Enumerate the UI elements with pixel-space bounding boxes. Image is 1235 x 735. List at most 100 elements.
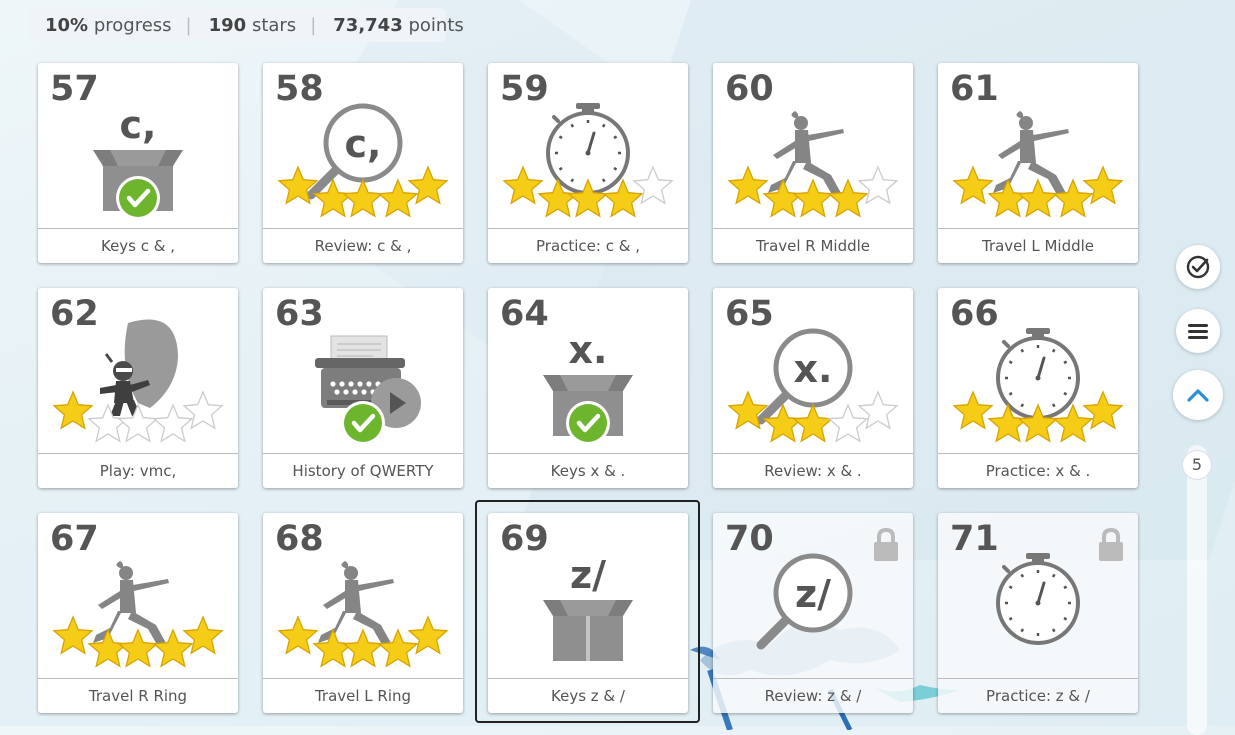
check-circle-button[interactable] bbox=[1176, 245, 1220, 289]
lesson-tile[interactable]: 62 Play: vmc, bbox=[38, 288, 238, 488]
lesson-number: 66 bbox=[950, 294, 999, 334]
lesson-title: Travel L Middle bbox=[938, 228, 1138, 263]
lesson-tile[interactable]: 67 Travel R Ring bbox=[38, 513, 238, 713]
star-filled-icon bbox=[1017, 178, 1059, 218]
chevron-up-icon bbox=[1187, 389, 1209, 402]
lesson-number: 59 bbox=[500, 69, 549, 109]
star-filled-icon bbox=[87, 628, 129, 668]
star-filled-icon bbox=[952, 390, 994, 430]
ninja-balloon-icon bbox=[100, 319, 178, 416]
star-filled-icon bbox=[117, 628, 159, 668]
lesson-number: 67 bbox=[50, 519, 99, 559]
completed-check-icon bbox=[566, 401, 610, 445]
divider: | bbox=[185, 14, 192, 36]
lesson-title: Play: vmc, bbox=[38, 453, 238, 488]
lesson-title: Practice: c & , bbox=[488, 228, 688, 263]
star-empty-icon bbox=[632, 165, 674, 205]
lesson-title: Review: z & / bbox=[713, 678, 913, 713]
star-filled-icon bbox=[1082, 390, 1124, 430]
lesson-tile[interactable]: 59 Practice: c & , bbox=[488, 63, 688, 263]
lock-icon bbox=[874, 527, 898, 561]
lesson-tile[interactable]: 71 Practice: z & / bbox=[938, 513, 1138, 713]
key-glyph: c, bbox=[120, 103, 157, 147]
scroll-up-button[interactable] bbox=[1173, 370, 1223, 420]
yoga-figure-icon bbox=[768, 111, 844, 193]
lesson-tile[interactable]: 60 Travel R Middle bbox=[713, 63, 913, 263]
lesson-title: Review: x & . bbox=[713, 453, 913, 488]
yoga-figure-icon bbox=[318, 561, 394, 643]
star-filled-icon bbox=[952, 165, 994, 205]
lesson-number: 61 bbox=[950, 69, 999, 109]
star-filled-icon bbox=[792, 403, 834, 443]
lesson-tile[interactable]: 63 History of QWERTY bbox=[263, 288, 463, 488]
lesson-tile[interactable]: c, 57 Keys c & , bbox=[38, 63, 238, 263]
star-filled-icon bbox=[182, 615, 224, 655]
lesson-title: Keys x & . bbox=[488, 453, 688, 488]
star-filled-icon bbox=[312, 628, 354, 668]
star-empty-icon bbox=[857, 390, 899, 430]
star-filled-icon bbox=[502, 165, 544, 205]
star-filled-icon bbox=[377, 178, 419, 218]
lesson-tile[interactable]: z/70 Review: z & / bbox=[713, 513, 913, 713]
lesson-number: 62 bbox=[50, 294, 99, 334]
star-filled-icon bbox=[762, 178, 804, 218]
star-empty-icon bbox=[117, 403, 159, 443]
lesson-title: Practice: z & / bbox=[938, 678, 1138, 713]
lesson-tile[interactable]: 66 Practice: x & . bbox=[938, 288, 1138, 488]
lesson-number: 65 bbox=[725, 294, 774, 334]
lesson-number: 68 bbox=[275, 519, 324, 559]
star-filled-icon bbox=[52, 615, 94, 655]
lesson-title: Travel R Ring bbox=[38, 678, 238, 713]
lesson-number: 57 bbox=[50, 69, 99, 109]
check-circle-icon bbox=[1186, 255, 1210, 279]
lesson-title: Travel R Middle bbox=[713, 228, 913, 263]
star-filled-icon bbox=[277, 615, 319, 655]
lock-icon bbox=[1099, 527, 1123, 561]
lesson-number: 63 bbox=[275, 294, 324, 334]
star-filled-icon bbox=[1082, 165, 1124, 205]
lesson-number: 64 bbox=[500, 294, 549, 334]
lesson-title: Keys c & , bbox=[38, 228, 238, 263]
star-filled-icon bbox=[52, 390, 94, 430]
lesson-tile[interactable]: 61 Travel L Middle bbox=[938, 63, 1138, 263]
scroll-track[interactable] bbox=[1187, 445, 1207, 735]
star-empty-icon bbox=[827, 403, 869, 443]
lesson-title: Review: c & , bbox=[263, 228, 463, 263]
stopwatch-icon bbox=[996, 553, 1080, 645]
completed-check-icon bbox=[341, 401, 385, 445]
key-glyph: c, bbox=[345, 122, 382, 166]
selected-lesson-frame bbox=[475, 500, 700, 723]
lesson-tile[interactable]: x. 65 Review: x & . bbox=[713, 288, 913, 488]
yoga-figure-icon bbox=[93, 561, 169, 643]
star-filled-icon bbox=[792, 178, 834, 218]
star-filled-icon bbox=[342, 628, 384, 668]
key-glyph: x. bbox=[794, 347, 833, 391]
stars-stat: 190 stars bbox=[208, 14, 297, 36]
points-stat: 73,743 points bbox=[333, 14, 464, 36]
lesson-tile[interactable]: c, 58 Review: c & , bbox=[263, 63, 463, 263]
lesson-title: Travel L Ring bbox=[263, 678, 463, 713]
lesson-number: 58 bbox=[275, 69, 324, 109]
scroll-position-indicator[interactable]: 5 bbox=[1183, 451, 1211, 479]
key-glyph: x. bbox=[569, 328, 608, 372]
star-filled-icon bbox=[727, 165, 769, 205]
star-filled-icon bbox=[407, 165, 449, 205]
star-filled-icon bbox=[407, 615, 449, 655]
lesson-number: 70 bbox=[725, 519, 774, 559]
star-filled-icon bbox=[987, 178, 1029, 218]
lesson-number: 71 bbox=[950, 519, 999, 559]
key-glyph: z/ bbox=[795, 572, 831, 616]
menu-icon bbox=[1188, 324, 1208, 339]
lesson-number: 60 bbox=[725, 69, 774, 109]
progress-summary: 10% progress | 190 stars | 73,743 points bbox=[28, 8, 464, 42]
lesson-tile[interactable]: 68 Travel L Ring bbox=[263, 513, 463, 713]
star-empty-icon bbox=[857, 165, 899, 205]
yoga-figure-icon bbox=[993, 111, 1069, 193]
divider: | bbox=[310, 14, 317, 36]
star-empty-icon bbox=[152, 403, 194, 443]
lesson-title: Practice: x & . bbox=[938, 453, 1138, 488]
star-filled-icon bbox=[342, 178, 384, 218]
lesson-tile[interactable]: x. 64 Keys x & . bbox=[488, 288, 688, 488]
progress-stat: 10% progress bbox=[45, 14, 172, 36]
menu-button[interactable] bbox=[1176, 309, 1220, 353]
